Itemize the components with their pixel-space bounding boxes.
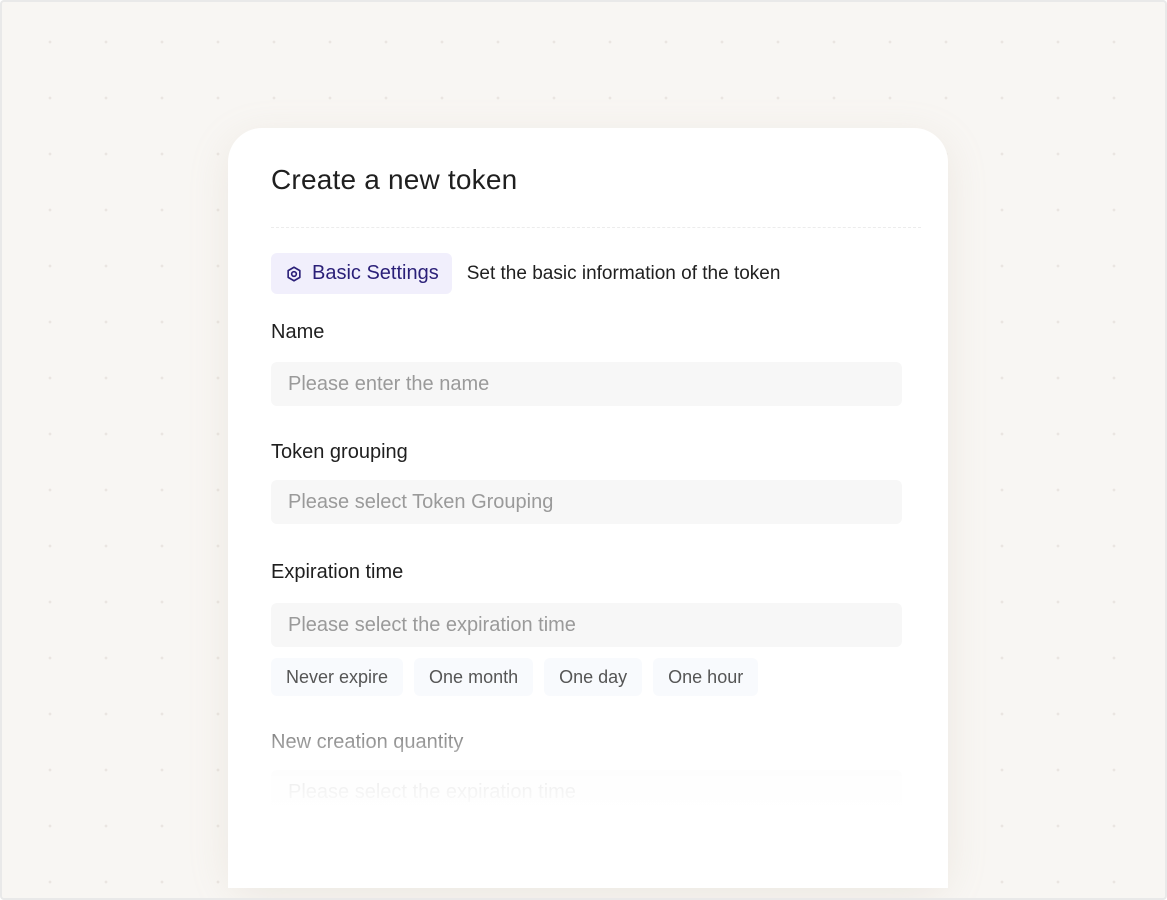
- create-token-dialog: Create a new token Basic Settings Set th…: [228, 128, 948, 888]
- preset-one-month[interactable]: One month: [414, 658, 534, 696]
- expiration-time-select[interactable]: [271, 603, 902, 647]
- settings-hexagon-icon: [287, 265, 301, 282]
- section-tag-label: Basic Settings: [312, 262, 439, 284]
- dialog-title: Create a new token: [271, 164, 518, 195]
- title-divider: [271, 227, 921, 228]
- expiration-time-label: Expiration time: [271, 561, 404, 583]
- token-grouping-label: Token grouping: [271, 441, 408, 463]
- page-background: Create a new token Basic Settings Set th…: [0, 0, 1167, 900]
- preset-never-expire[interactable]: Never expire: [271, 658, 404, 696]
- expiration-presets: Never expire One month One day One hour: [271, 658, 769, 696]
- preset-one-hour[interactable]: One hour: [653, 658, 759, 696]
- token-grouping-select[interactable]: [271, 480, 902, 524]
- basic-settings-tag: Basic Settings: [271, 253, 452, 294]
- section-header: Basic Settings Set the basic information…: [271, 253, 780, 294]
- creation-quantity-input[interactable]: [271, 770, 902, 814]
- section-description: Set the basic information of the token: [466, 262, 781, 284]
- creation-quantity-label: New creation quantity: [271, 731, 464, 753]
- preset-one-day[interactable]: One day: [544, 658, 643, 696]
- name-label: Name: [271, 321, 325, 343]
- name-input[interactable]: [271, 362, 902, 406]
